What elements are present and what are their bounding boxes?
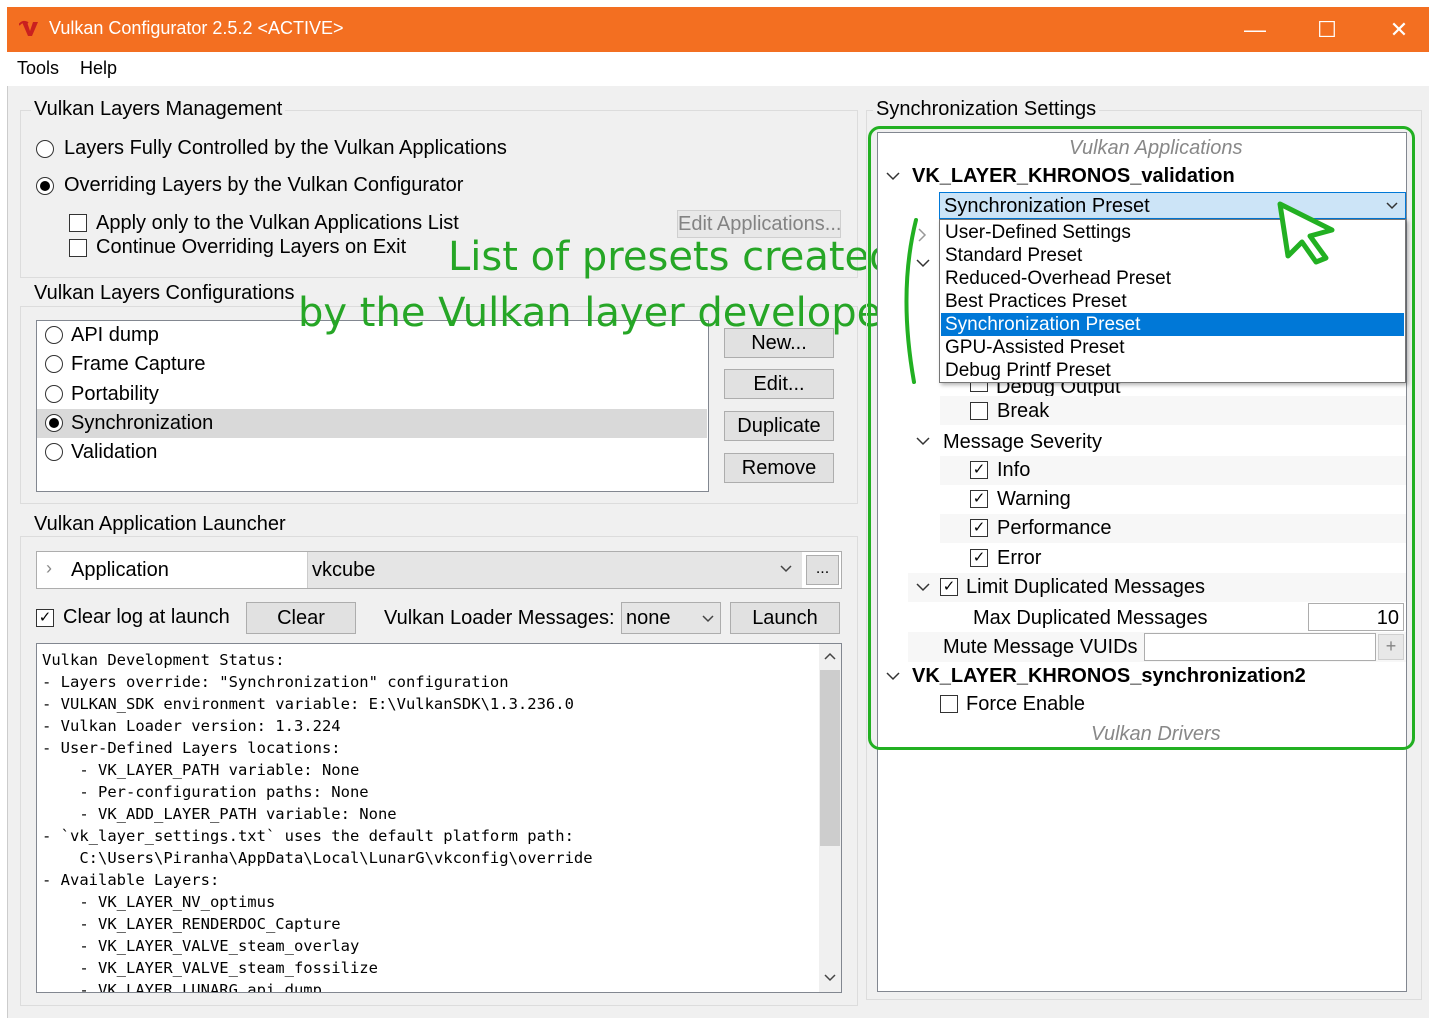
log-line: - VK_LAYER_PATH variable: None xyxy=(42,761,360,779)
log-line: - `vk_layer_settings.txt` uses the defau… xyxy=(42,827,574,845)
radio-configurator-label: Overriding Layers by the Vulkan Configur… xyxy=(64,174,464,196)
log-line: - Available Layers: xyxy=(42,871,220,889)
log-line: - Layers override: "Synchronization" con… xyxy=(42,673,509,691)
launcher-title: Vulkan Application Launcher xyxy=(31,513,289,536)
layers-configurations-title: Vulkan Layers Configurations xyxy=(31,282,298,305)
checkbox-apply-app-list[interactable] xyxy=(69,214,87,232)
application-value: vkcube xyxy=(312,559,376,581)
list-item[interactable]: Frame Capture xyxy=(37,350,707,379)
launch-button[interactable]: Launch xyxy=(730,602,840,634)
log-line: - VK_LAYER_LUNARG_api_dump xyxy=(42,981,322,993)
checkbox-clear-log[interactable]: ✓ xyxy=(36,609,54,627)
chevron-down-icon xyxy=(702,615,714,623)
log-line: - VK_LAYER_VALVE_steam_overlay xyxy=(42,937,360,955)
apply-app-list-label: Apply only to the Vulkan Applications Li… xyxy=(96,212,459,234)
checkbox-continue-overriding[interactable] xyxy=(69,239,87,257)
menu-bar: Tools Help xyxy=(7,52,1429,86)
config-label: Portability xyxy=(71,383,159,405)
cursor-arrow-icon xyxy=(1277,201,1335,265)
application-row[interactable]: › Application vkcube ... xyxy=(36,551,842,589)
config-radio-portability[interactable] xyxy=(45,385,63,403)
remove-config-button[interactable]: Remove xyxy=(724,453,834,483)
radio-apps-label: Layers Fully Controlled by the Vulkan Ap… xyxy=(64,137,507,159)
clear-log-button[interactable]: Clear xyxy=(246,602,356,634)
minimize-button[interactable]: — xyxy=(1219,7,1291,52)
menu-tools[interactable]: Tools xyxy=(17,58,59,79)
configurations-list[interactable]: API dump Frame Capture Portability Synch… xyxy=(36,320,709,492)
log-output[interactable]: Vulkan Development Status: - Layers over… xyxy=(36,643,842,993)
log-scrollbar-thumb[interactable] xyxy=(820,670,840,846)
log-line: - Vulkan Loader version: 1.3.224 xyxy=(42,717,341,735)
maximize-button[interactable]: ☐ xyxy=(1291,7,1363,52)
config-radio-synchronization[interactable] xyxy=(45,414,63,432)
radio-overriding-layers[interactable] xyxy=(36,177,54,195)
config-label: Frame Capture xyxy=(71,353,206,375)
list-item[interactable]: Validation xyxy=(37,438,707,467)
log-scrollbar[interactable] xyxy=(819,644,841,992)
config-label: Synchronization xyxy=(71,412,214,434)
duplicate-config-button[interactable]: Duplicate xyxy=(724,411,834,441)
log-line: - User-Defined Layers locations: xyxy=(42,739,341,757)
chevron-right-icon[interactable]: › xyxy=(46,558,52,579)
config-radio-validation[interactable] xyxy=(45,443,63,461)
list-item-selected[interactable]: Synchronization xyxy=(37,409,707,438)
config-label: API dump xyxy=(71,324,159,346)
config-radio-api-dump[interactable] xyxy=(45,326,63,344)
loader-messages-label: Vulkan Loader Messages: xyxy=(384,607,615,629)
log-line: - Per-configuration paths: None xyxy=(42,783,369,801)
scroll-down-icon[interactable] xyxy=(824,974,836,982)
menu-help[interactable]: Help xyxy=(80,58,117,79)
config-radio-frame-capture[interactable] xyxy=(45,355,63,373)
scroll-up-icon[interactable] xyxy=(824,652,836,660)
close-button[interactable]: ✕ xyxy=(1363,7,1429,52)
log-line: - VK_LAYER_NV_optimus xyxy=(42,893,276,911)
config-label: Validation xyxy=(71,441,158,463)
application-select[interactable]: vkcube xyxy=(307,552,802,588)
annotation-line-1: List of presets created xyxy=(448,234,895,280)
continue-overriding-label: Continue Overriding Layers on Exit xyxy=(96,236,407,258)
log-line: - VULKAN_SDK environment variable: E:\Vu… xyxy=(42,695,574,713)
edit-config-button[interactable]: Edit... xyxy=(724,369,834,399)
log-line: - VK_ADD_LAYER_PATH variable: None xyxy=(42,805,397,823)
loader-messages-select[interactable]: none xyxy=(621,602,721,634)
vulkan-configurator-app-icon xyxy=(19,20,38,36)
clear-log-label: Clear log at launch xyxy=(63,606,230,628)
layers-management-title: Vulkan Layers Management xyxy=(31,98,286,121)
log-line: C:\Users\Piranha\AppData\Local\LunarG\vk… xyxy=(42,849,593,867)
annotation-bracket xyxy=(904,218,918,384)
list-item[interactable]: Portability xyxy=(37,380,707,409)
annotation-line-2: by the Vulkan layer developers xyxy=(298,290,919,336)
log-line: Vulkan Development Status: xyxy=(42,651,285,669)
log-line: - VK_LAYER_VALVE_steam_fossilize xyxy=(42,959,378,977)
loader-messages-value: none xyxy=(626,607,671,629)
sync-settings-title: Synchronization Settings xyxy=(873,98,1100,121)
chevron-down-icon xyxy=(780,565,792,573)
title-bar[interactable]: Vulkan Configurator 2.5.2 <ACTIVE> — ☐ ✕ xyxy=(7,7,1429,52)
window-title: Vulkan Configurator 2.5.2 <ACTIVE> xyxy=(49,18,344,38)
log-line: - VK_LAYER_RENDERDOC_Capture xyxy=(42,915,341,933)
browse-application-button[interactable]: ... xyxy=(806,555,839,585)
radio-layers-controlled-by-apps[interactable] xyxy=(36,140,54,158)
application-label: Application xyxy=(71,559,169,581)
